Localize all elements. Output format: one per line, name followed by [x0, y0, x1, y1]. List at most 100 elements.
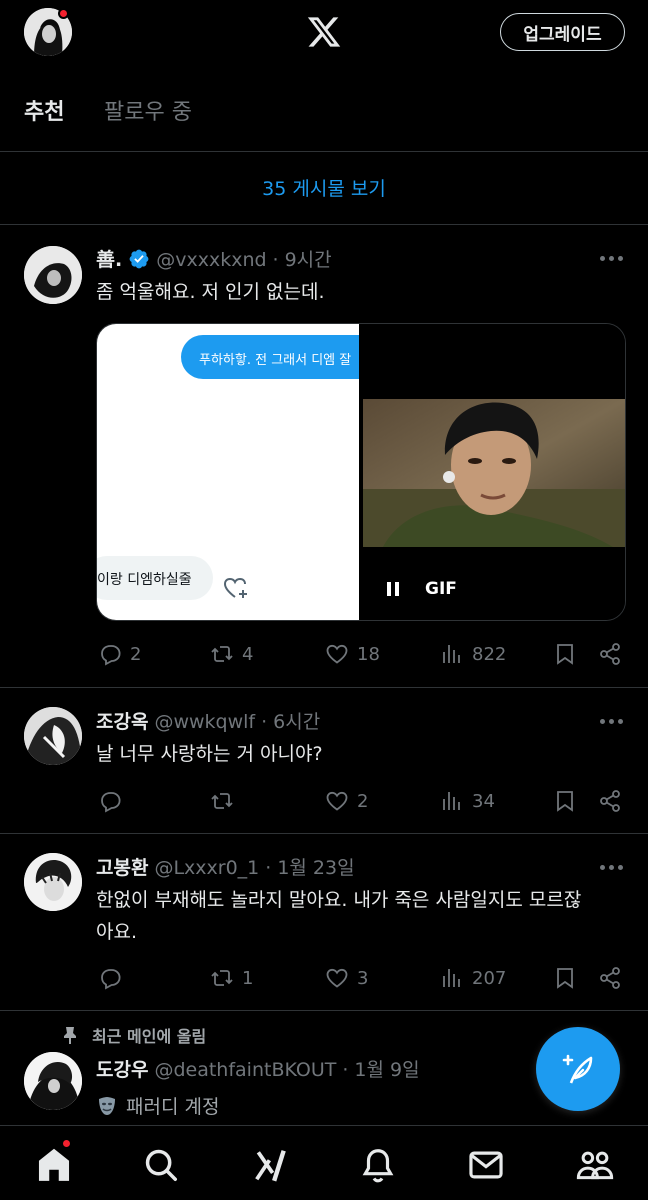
notification-dot: [58, 8, 69, 19]
upgrade-button[interactable]: 업그레이드: [500, 13, 625, 51]
more-options-icon[interactable]: [600, 253, 626, 263]
reply-icon: [101, 645, 121, 666]
like-button[interactable]: 2: [325, 789, 368, 813]
compose-feather-icon: [562, 1054, 593, 1084]
screenshot-image: 푸하하핳. 전 그래서 디엠 잘 이랑 디엠하실줄: [97, 324, 381, 620]
verified-badge-icon: [128, 248, 150, 270]
analytics-icon: [443, 645, 460, 663]
home-notification-dot: [61, 1138, 72, 1149]
avatar[interactable]: [24, 853, 82, 911]
divider: [0, 687, 648, 688]
more-options-icon[interactable]: [600, 716, 626, 726]
communities-icon[interactable]: [576, 1146, 614, 1184]
handle[interactable]: @Lxxxr0_1: [154, 857, 259, 879]
views-button[interactable]: 207: [440, 966, 506, 990]
share-icon: [600, 643, 620, 665]
heart-icon: [326, 968, 348, 988]
tab-following[interactable]: 팔로우 중: [104, 94, 192, 126]
reply-button[interactable]: [98, 966, 130, 990]
gif-thumbnail: [363, 399, 625, 547]
post-header: 도강우 @deathfaintBKOUT · 1월 9일: [96, 1055, 420, 1082]
display-name[interactable]: 善.: [96, 245, 122, 272]
home-icon[interactable]: [35, 1146, 73, 1184]
post-text: 좀 억울해요. 저 인기 없는데.: [96, 281, 325, 303]
views-count: 207: [472, 967, 507, 989]
handle[interactable]: @vxxxkxnd: [156, 249, 266, 271]
pin-icon: [62, 1026, 78, 1044]
avatar[interactable]: [24, 707, 82, 765]
repost-count: 4: [242, 643, 254, 665]
views-count: 822: [472, 643, 507, 665]
repost-icon: [211, 793, 233, 809]
tab-recommended[interactable]: 추천: [24, 94, 64, 126]
display-name[interactable]: 조강옥: [96, 707, 148, 734]
bookmark-icon: [557, 791, 573, 812]
like-count: 18: [357, 643, 380, 665]
divider: [0, 1010, 648, 1011]
like-button[interactable]: 3: [325, 966, 368, 990]
handle[interactable]: @deathfaintBKOUT: [154, 1059, 336, 1081]
notifications-icon[interactable]: [359, 1146, 397, 1184]
show-new-posts-button[interactable]: 35 게시물 보기: [0, 174, 648, 201]
timestamp[interactable]: 9시간: [285, 245, 332, 272]
heart-icon: [326, 644, 348, 664]
repost-button[interactable]: [210, 789, 242, 813]
share-button[interactable]: [598, 966, 622, 990]
messages-icon[interactable]: [467, 1146, 505, 1184]
views-button[interactable]: 822: [440, 642, 506, 666]
bookmark-button[interactable]: [553, 642, 577, 666]
avatar[interactable]: [24, 246, 82, 304]
compose-post-button[interactable]: [536, 1027, 620, 1111]
x-logo-icon[interactable]: [306, 14, 342, 50]
reply-button[interactable]: 2: [98, 642, 141, 666]
theater-mask-icon: [96, 1095, 118, 1117]
more-options-icon[interactable]: [600, 862, 626, 872]
like-count: 2: [357, 790, 369, 812]
pinned-label-text: 최근 메인에 올림: [92, 1027, 207, 1046]
pinned-label: 최근 메인에 올림: [62, 1023, 206, 1047]
gif-controls[interactable]: GIF: [387, 579, 457, 599]
post-text-line-1: 한없이 부재해도 놀라지 말아요. 내가 죽은 사람일지도 모르잖: [96, 889, 582, 911]
header-divider: [0, 151, 648, 152]
separator: ·: [272, 249, 279, 271]
separator: ·: [265, 857, 272, 879]
analytics-icon: [443, 792, 460, 810]
separator: ·: [342, 1059, 349, 1081]
share-icon: [600, 790, 620, 812]
display-name[interactable]: 도강우: [96, 1055, 148, 1082]
repost-icon: [211, 646, 233, 662]
timestamp[interactable]: 1월 9일: [354, 1055, 419, 1082]
grok-icon[interactable]: [252, 1146, 290, 1184]
gif-player[interactable]: GIF: [359, 324, 625, 620]
gif-label: GIF: [425, 579, 457, 599]
post-header: 善. @vxxxkxnd · 9시간: [96, 245, 332, 272]
repost-button[interactable]: 1: [210, 966, 253, 990]
search-icon[interactable]: [142, 1146, 180, 1184]
analytics-icon: [443, 969, 460, 987]
bookmark-icon: [557, 644, 573, 665]
display-name[interactable]: 고봉환: [96, 853, 148, 880]
share-icon: [600, 967, 620, 989]
reply-button[interactable]: [98, 789, 130, 813]
repost-button[interactable]: 4: [210, 642, 253, 666]
divider: [0, 224, 648, 225]
views-button[interactable]: 34: [440, 789, 495, 813]
share-button[interactable]: [598, 642, 622, 666]
timestamp[interactable]: 6시간: [273, 707, 320, 734]
repost-count: 1: [242, 967, 254, 989]
post-header: 조강옥 @wwkqwlf · 6시간: [96, 707, 320, 734]
bookmark-button[interactable]: [553, 966, 577, 990]
pause-icon[interactable]: [387, 582, 399, 596]
timestamp[interactable]: 1월 23일: [277, 853, 354, 880]
bookmark-button[interactable]: [553, 789, 577, 813]
chat-bubble-received: 이랑 디엠하실줄: [97, 556, 213, 600]
handle[interactable]: @wwkqwlf: [154, 711, 255, 733]
like-button[interactable]: 18: [325, 642, 380, 666]
avatar[interactable]: [24, 1052, 82, 1110]
bottom-navigation: [0, 1125, 648, 1200]
share-button[interactable]: [598, 789, 622, 813]
chat-bubble-sent: 푸하하핳. 전 그래서 디엠 잘: [181, 335, 381, 379]
reply-count: 2: [130, 643, 142, 665]
views-count: 34: [472, 790, 495, 812]
post-media[interactable]: 푸하하핳. 전 그래서 디엠 잘 이랑 디엠하실줄 GIF: [96, 323, 626, 621]
